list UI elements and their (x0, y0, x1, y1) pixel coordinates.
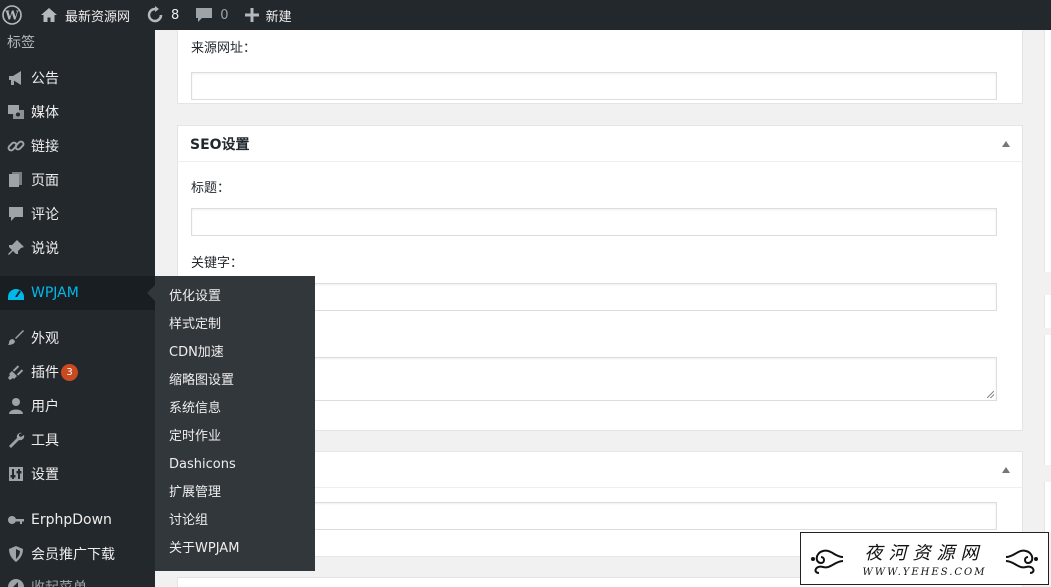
sidebar-item-member-download[interactable]: 会员推广下载 (0, 537, 155, 571)
seo-postbox-header[interactable]: SEO设置 (178, 126, 1022, 162)
comments-link[interactable]: 0 (187, 0, 236, 30)
sidebar-item-collapse[interactable]: 收起菜单 (0, 570, 155, 587)
sidebar-item-label: 收起菜单 (31, 577, 87, 587)
settings-icon (0, 464, 31, 484)
sidebar-item-label: ErphpDown (31, 512, 112, 528)
dashboard-icon (0, 283, 31, 303)
pin-icon (0, 238, 31, 258)
seo-title-input[interactable] (191, 208, 997, 236)
sidebar-item-label: 设置 (31, 467, 59, 483)
submenu-item-optimization[interactable]: 优化设置 (155, 283, 315, 311)
watermark-title: 夜河资源网 (864, 543, 985, 564)
svg-text:W: W (4, 9, 19, 23)
sidebar-item-announcement[interactable]: 公告 (0, 61, 155, 95)
sidebar-item-label: 用户 (31, 399, 59, 415)
sidebar-item-erphpdown[interactable]: ErphpDown (0, 503, 155, 537)
sidebar-item-shuoshuo[interactable]: 说说 (0, 231, 155, 265)
new-label: 新建 (265, 9, 292, 25)
user-icon (0, 396, 31, 416)
sidebar-item-media[interactable]: 媒体 (0, 95, 155, 129)
wpjam-submenu: 优化设置 样式定制 CDN加速 缩略图设置 系统信息 定时作业 Dashicon… (155, 276, 315, 571)
sidebar-item-label: 插件 (31, 365, 59, 381)
sidebar-item-links[interactable]: 链接 (0, 129, 155, 163)
sidebar-item-appearance[interactable]: 外观 (0, 321, 155, 355)
collapse-arrow-icon[interactable] (1002, 140, 1010, 147)
sidebar-item-settings[interactable]: 设置 (0, 457, 155, 491)
site-name: 最新资源网 (65, 9, 131, 25)
submenu-item-extensions[interactable]: 扩展管理 (155, 479, 315, 507)
source-url-input[interactable] (191, 72, 997, 100)
admin-bar: W 最新资源网 8 0 新建 (0, 0, 1051, 30)
ornament-right-icon (1005, 549, 1038, 574)
collapse-icon (0, 577, 31, 587)
sidebar-item-tags[interactable]: 标签 (7, 32, 35, 52)
comment-icon (0, 204, 31, 224)
submenu-item-system-info[interactable]: 系统信息 (155, 395, 315, 423)
site-name-link[interactable]: 最新资源网 (32, 0, 138, 30)
side-postbox-edge (1044, 335, 1051, 465)
submenu-item-cdn[interactable]: CDN加速 (155, 339, 315, 367)
sidebar-item-label: 评论 (31, 207, 59, 223)
admin-sidebar: 标签 公告 媒体 链接 页面 评论 说说 WPJAM 外观 插件 3 用户 工具… (0, 30, 155, 587)
sidebar-item-label: WPJAM (31, 285, 79, 301)
side-postbox-edge (1044, 30, 1051, 272)
sidebar-item-pages[interactable]: 页面 (0, 163, 155, 197)
brush-icon (0, 328, 31, 348)
wrench-icon (0, 430, 31, 450)
seo-keywords-label: 关键字： (191, 256, 244, 271)
new-content-link[interactable]: 新建 (237, 0, 300, 30)
updates-count: 8 (171, 7, 180, 23)
seo-title-label: 标题： (191, 181, 231, 196)
refresh-icon (146, 6, 164, 24)
key-icon (0, 510, 31, 530)
side-postbox-edge (1044, 482, 1051, 532)
submenu-item-about[interactable]: 关于WPJAM (155, 535, 315, 563)
media-icon (0, 102, 31, 122)
submenu-item-cron[interactable]: 定时作业 (155, 423, 315, 451)
submenu-item-style[interactable]: 样式定制 (155, 311, 315, 339)
source-postbox: 来源网址： (177, 20, 1023, 104)
submenu-item-discussion[interactable]: 讨论组 (155, 507, 315, 535)
plus-icon (244, 8, 259, 22)
sidebar-item-label: 外观 (31, 331, 59, 347)
sidebar-item-plugins[interactable]: 插件 3 (0, 355, 155, 389)
sidebar-item-label: 公告 (31, 71, 59, 87)
home-icon (40, 7, 58, 23)
updates-link[interactable]: 8 (138, 0, 187, 30)
sidebar-item-label: 会员推广下载 (31, 547, 115, 563)
source-url-label: 来源网址： (191, 41, 257, 56)
sidebar-item-wpjam[interactable]: WPJAM (0, 276, 155, 310)
wordpress-logo-icon[interactable]: W (0, 0, 28, 30)
sidebar-item-label: 媒体 (31, 105, 59, 121)
ornament-left-icon (811, 549, 844, 574)
comments-count: 0 (220, 7, 229, 23)
watermark-subtitle: WWW.YEHES.COM (862, 567, 987, 578)
sidebar-item-label: 工具 (31, 433, 59, 449)
submenu-item-thumbnail[interactable]: 缩略图设置 (155, 367, 315, 395)
comment-bubble-icon (195, 7, 213, 23)
sidebar-item-label: 链接 (31, 139, 59, 155)
shield-icon (0, 544, 31, 564)
collapse-arrow-icon[interactable] (1002, 466, 1010, 473)
sidebar-item-comments[interactable]: 评论 (0, 197, 155, 231)
sidebar-item-tools[interactable]: 工具 (0, 423, 155, 457)
sidebar-item-label: 说说 (31, 241, 59, 257)
side-postbox-edge (1044, 295, 1051, 328)
submenu-item-dashicons[interactable]: Dashicons (155, 451, 315, 479)
megaphone-icon (0, 68, 31, 88)
watermark-logo: 夜河资源网 WWW.YEHES.COM (800, 532, 1049, 585)
plugin-icon (0, 362, 31, 382)
seo-postbox-title: SEO设置 (190, 136, 250, 153)
link-icon (0, 136, 31, 156)
plugin-update-badge: 3 (61, 363, 78, 381)
sidebar-item-label: 页面 (31, 173, 59, 189)
page-icon (0, 170, 31, 190)
sidebar-item-users[interactable]: 用户 (0, 389, 155, 423)
